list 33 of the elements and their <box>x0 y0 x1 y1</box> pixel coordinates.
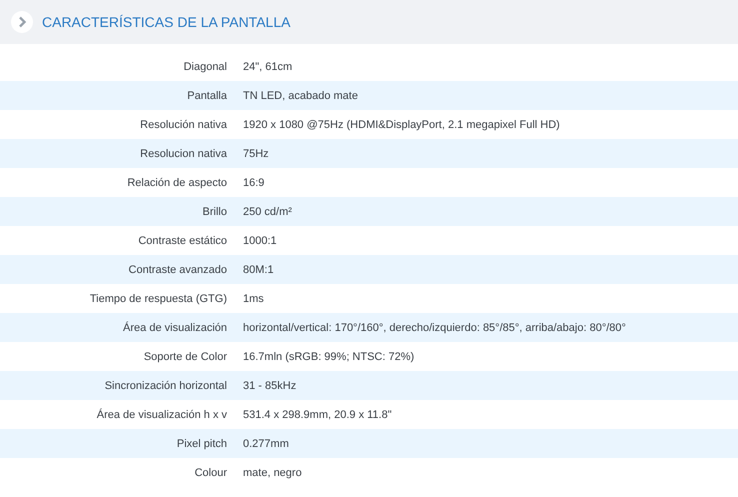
spec-label: Resolucion nativa <box>139 148 227 160</box>
spec-value: 31 - 85kHz <box>243 380 296 392</box>
spec-value: 1ms <box>243 292 264 304</box>
spec-label: Soporte de Color <box>142 350 227 362</box>
spec-label: Pantalla <box>186 90 227 102</box>
spec-value: 1920 x 1080 @75Hz (HDMI&DisplayPort, 2.1 megapixel Full HD) <box>243 118 560 130</box>
spec-value: 16:9 <box>243 176 264 188</box>
spec-label: Colour <box>194 466 227 478</box>
spec-value: 24", 61cm <box>243 60 292 72</box>
chevron-icon <box>11 11 33 33</box>
spec-value: horizontal/vertical: 170°/160°, derecho/izquierdo: 85°/85°, arriba/abajo: 80°/80° <box>243 322 626 334</box>
spec-label: Tiempo de respuesta (GTG) <box>88 292 227 304</box>
spec-label: Contraste estático <box>137 234 227 246</box>
section-header[interactable]: CARACTERÍSTICAS DE LA PANTALLA <box>0 0 738 44</box>
spec-value: 75Hz <box>243 148 269 160</box>
section-title: CARACTERÍSTICAS DE LA PANTALLA <box>42 14 290 30</box>
spec-label: Relación de aspecto <box>126 176 227 188</box>
spec-value: 531.4 x 298.9mm, 20.9 x 11.8" <box>243 408 392 420</box>
spec-label: Sincronización horizontal <box>104 380 227 392</box>
spec-label: Brillo <box>202 206 227 218</box>
spec-value: 80M:1 <box>243 264 274 276</box>
spec-label: Resolución nativa <box>139 118 227 130</box>
spec-value: 250 cd/m² <box>243 206 292 218</box>
spec-value: 1000:1 <box>243 234 277 246</box>
spec-label: Área de visualización h x v <box>96 408 227 420</box>
spec-value: 0.277mm <box>243 438 289 450</box>
spec-label: Pixel pitch <box>176 438 227 450</box>
spec-value: TN LED, acabado mate <box>243 90 358 102</box>
spec-label: Contraste avanzado <box>128 264 227 276</box>
spec-value: mate, negro <box>243 466 302 478</box>
spec-label: Diagonal <box>182 60 227 72</box>
spec-label: Área de visualización <box>122 322 227 334</box>
spec-value: 16.7mln (sRGB: 99%; NTSC: 72%) <box>243 350 414 362</box>
